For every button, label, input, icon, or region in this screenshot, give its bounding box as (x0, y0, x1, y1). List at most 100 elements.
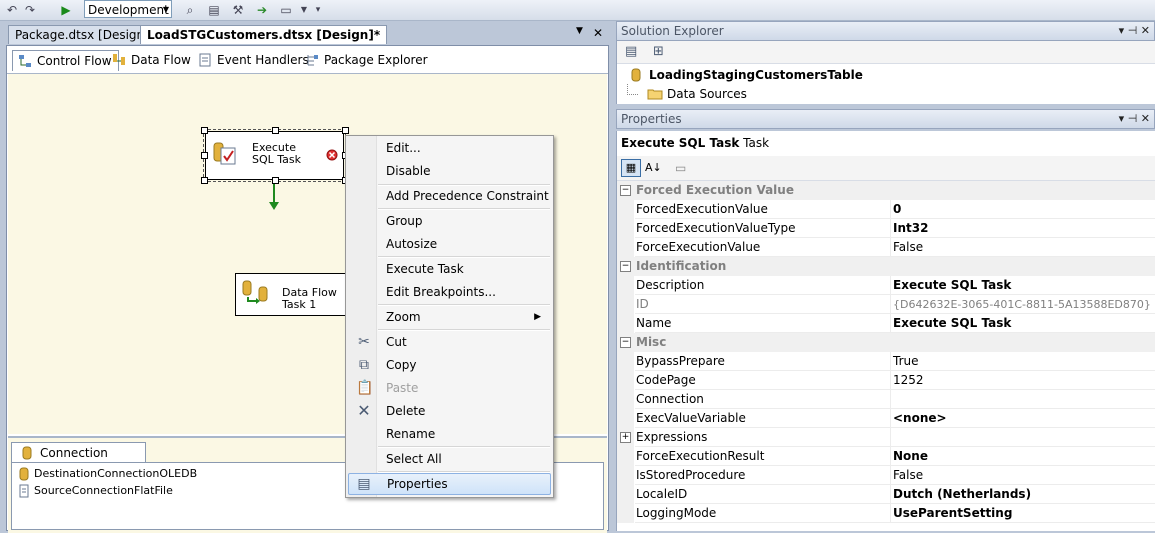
property-row[interactable]: LoggingMode UseParentSetting (617, 504, 1155, 523)
menu-item-delete[interactable]: ✕ Delete (348, 400, 551, 422)
undo-icon[interactable]: ↶ (4, 2, 20, 18)
tab-control-flow[interactable]: Control Flow (12, 50, 119, 71)
menu-item-copy[interactable]: ⧉ Copy (348, 354, 551, 376)
find-icon[interactable]: ⌕ (182, 2, 198, 18)
property-row[interactable]: IsStoredProcedure False (617, 466, 1155, 485)
close-icon[interactable]: ✕ (593, 26, 603, 40)
properties-icon[interactable]: ▤ (625, 44, 637, 59)
data-sources-node[interactable]: Data Sources (645, 85, 747, 103)
menu-item-execute-task[interactable]: Execute Task (348, 258, 551, 280)
tab-event-handlers[interactable]: Event Handlers (193, 50, 315, 71)
property-value[interactable]: Execute SQL Task (890, 276, 1155, 295)
property-value[interactable]: None (890, 447, 1155, 466)
object-type: Task (743, 136, 770, 150)
property-row[interactable]: ForcedExecutionValueType Int32 (617, 219, 1155, 238)
property-row[interactable]: LocaleID Dutch (Netherlands) (617, 485, 1155, 504)
toolbar-options-icon[interactable]: ▾ (310, 2, 326, 18)
connection-manager-item[interactable]: SourceConnectionFlatFile (18, 483, 173, 499)
property-name: LoggingMode (635, 504, 891, 523)
property-value[interactable]: Execute SQL Task (890, 314, 1155, 333)
pane-title: Properties (621, 112, 682, 126)
redo-icon[interactable]: ↷ (22, 2, 38, 18)
menu-item-paste[interactable]: 📋 Paste (348, 377, 551, 399)
categorized-icon[interactable]: ▦ (621, 159, 641, 177)
resize-handle[interactable] (201, 152, 208, 159)
menu-item-label: Edit... (386, 141, 421, 155)
menu-item-properties[interactable]: ▤ Properties (348, 473, 551, 495)
property-value[interactable]: False (890, 466, 1155, 485)
collapse-icon[interactable]: − (620, 261, 631, 272)
pin-icon[interactable]: ▾ ⊣ ✕ (1119, 110, 1150, 128)
property-value[interactable]: False (890, 238, 1155, 257)
tab-data-flow[interactable]: Data Flow (107, 50, 197, 71)
solution-explorer-icon[interactable]: ▤ (206, 2, 222, 18)
tools-icon[interactable]: ⚒ (230, 2, 246, 18)
property-value[interactable]: UseParentSetting (890, 504, 1155, 523)
menu-item-select-all[interactable]: Select All (348, 448, 551, 470)
property-row[interactable]: + Expressions (617, 428, 1155, 447)
property-value[interactable] (890, 428, 1155, 447)
property-row[interactable]: ForceExecutionValue False (617, 238, 1155, 257)
menu-item-label: Zoom (386, 310, 421, 324)
menu-item-disable[interactable]: Disable (348, 160, 551, 182)
property-row[interactable]: Description Execute SQL Task (617, 276, 1155, 295)
project-node[interactable]: LoadingStagingCustomersTable (627, 66, 863, 84)
category-row[interactable]: − Misc (617, 333, 1155, 352)
resize-handle[interactable] (272, 127, 279, 134)
property-row[interactable]: Connection (617, 390, 1155, 409)
menu-item-edit-breakpoints[interactable]: Edit Breakpoints... (348, 281, 551, 303)
menu-item-zoom[interactable]: Zoom ▶ (348, 306, 551, 328)
start-debugging-icon[interactable]: ▶ (58, 2, 74, 18)
submenu-arrow-icon: ▶ (534, 312, 541, 322)
property-row[interactable]: BypassPrepare True (617, 352, 1155, 371)
execute-sql-task[interactable]: Execute SQL Task (203, 129, 346, 182)
precedence-constraint-arrow[interactable] (267, 182, 281, 212)
menu-item-group[interactable]: Group (348, 210, 551, 232)
object-selector[interactable]: Execute SQL Task Task (621, 134, 769, 152)
connection-manager-label: SourceConnectionFlatFile (34, 484, 173, 497)
export-icon[interactable]: ➔ (254, 2, 270, 18)
menu-item-add-precedence-constraint[interactable]: Add Precedence Constraint (348, 185, 551, 207)
property-row[interactable]: ForceExecutionResult None (617, 447, 1155, 466)
data-flow-task-icon (242, 280, 268, 304)
resize-handle[interactable] (342, 127, 349, 134)
menu-item-rename[interactable]: Rename (348, 423, 551, 445)
property-row[interactable]: ForcedExecutionValue 0 (617, 200, 1155, 219)
property-row[interactable]: CodePage 1252 (617, 371, 1155, 390)
menu-item-autosize[interactable]: Autosize (348, 233, 551, 255)
solution-configuration-select[interactable]: Development ▼ (84, 0, 172, 18)
collapse-icon[interactable]: − (620, 185, 631, 196)
connection-manager-item[interactable]: DestinationConnectionOLEDB (18, 466, 197, 482)
property-value[interactable]: True (890, 352, 1155, 371)
tab-package-dtsx[interactable]: Package.dtsx [Design] (8, 25, 156, 44)
property-value[interactable]: <none> (890, 409, 1155, 428)
alphabetical-icon[interactable]: A↓ (645, 159, 662, 177)
resize-handle[interactable] (201, 127, 208, 134)
tab-loadstgcustomers-dtsx[interactable]: LoadSTGCustomers.dtsx [Design]* (140, 25, 388, 44)
category-row[interactable]: − Identification (617, 257, 1155, 276)
expand-icon[interactable]: + (620, 432, 631, 443)
pin-icon[interactable]: ▾ ⊣ ✕ (1119, 22, 1150, 40)
property-value[interactable] (890, 390, 1155, 409)
property-value[interactable]: 1252 (890, 371, 1155, 390)
menu-item-edit[interactable]: Edit... (348, 137, 551, 159)
tab-package-explorer[interactable]: Package Explorer (300, 50, 434, 71)
tab-connection-managers[interactable]: Connection Managers (11, 442, 146, 480)
property-row[interactable]: ExecValueVariable <none> (617, 409, 1155, 428)
menu-item-cut[interactable]: ✂ Cut (348, 331, 551, 353)
property-value[interactable]: 0 (890, 200, 1155, 219)
property-pages-icon[interactable]: ▭ (675, 159, 686, 177)
property-row[interactable]: Name Execute SQL Task (617, 314, 1155, 333)
category-row[interactable]: − Forced Execution Value (617, 181, 1155, 200)
data-flow-task[interactable]: Data Flow Task 1 (235, 273, 347, 316)
window-icon[interactable]: ▭ (278, 2, 294, 18)
property-value[interactable]: Int32 (890, 219, 1155, 238)
flat-file-icon (19, 484, 29, 498)
data-flow-icon (113, 54, 125, 65)
tab-list-dropdown-icon[interactable]: ▼ (576, 26, 583, 36)
property-row[interactable]: ID {D642632E-3065-401C-8811-5A13588ED870… (617, 295, 1155, 314)
property-value[interactable]: Dutch (Netherlands) (890, 485, 1155, 504)
show-all-files-icon[interactable]: ⊞ (653, 44, 664, 59)
resize-handle[interactable] (201, 177, 208, 184)
collapse-icon[interactable]: − (620, 337, 631, 348)
